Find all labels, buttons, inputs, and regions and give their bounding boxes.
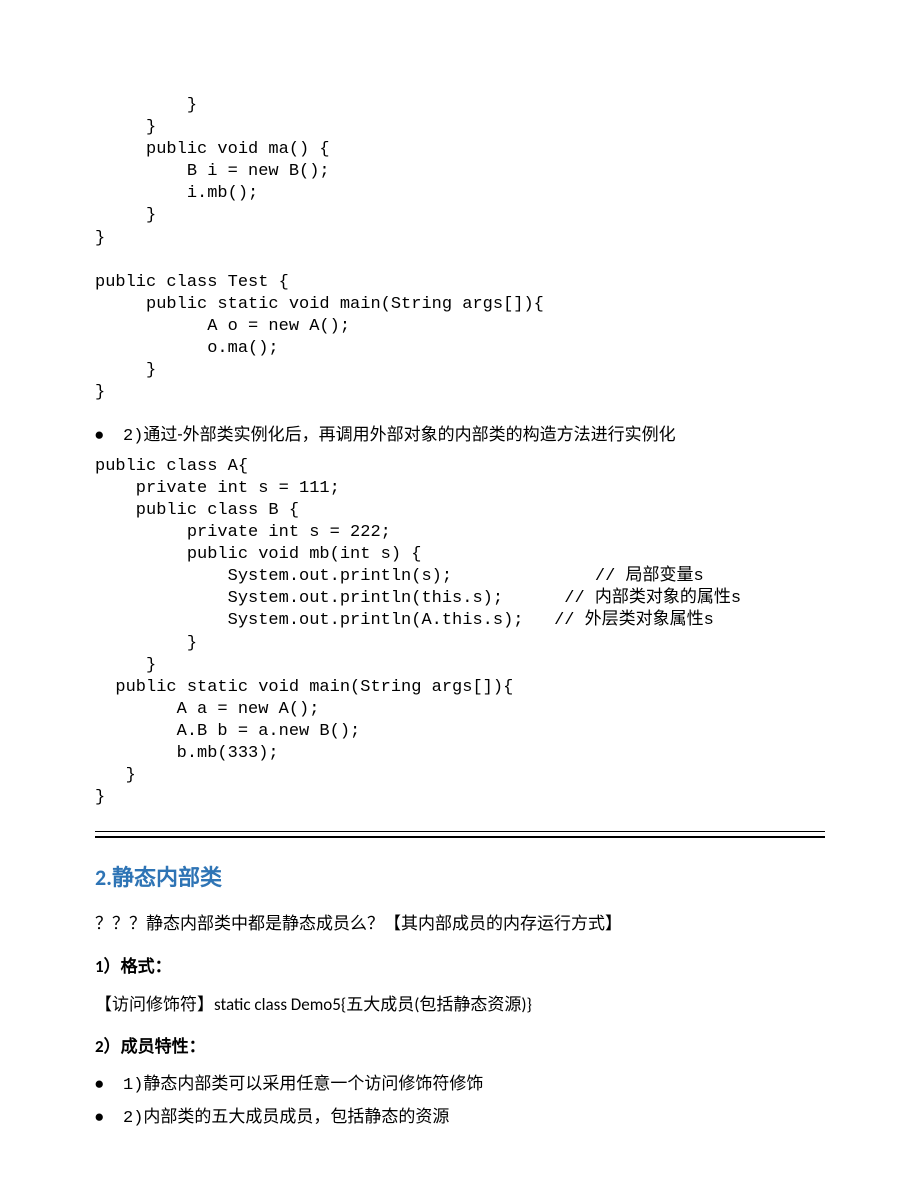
- paragraph-question: ？？？静态内部类中都是静态成员么？【其内部成员的内存运行方式】: [95, 910, 825, 937]
- bullet-item-1: • 2)通过-外部类实例化后，再调用外部对象的内部类的构造方法进行实例化: [95, 422, 825, 450]
- bullet-dot: •: [95, 1104, 123, 1132]
- bullet-dot: •: [95, 1071, 123, 1099]
- subhead-member-traits: 2）成员特性：: [95, 1032, 825, 1057]
- bullet-text: 1)静态内部类可以采用任意一个访问修饰符修饰: [123, 1071, 825, 1099]
- paragraph-format-body: 【访问修饰符】static class Demo5{五大成员(包括静态资源)}: [95, 991, 825, 1018]
- code-block-1: } } public void ma() { B i = new B(); i.…: [95, 95, 825, 404]
- subhead-format: 1）格式：: [95, 952, 825, 977]
- bullet-text: 2)内部类的五大成员成员，包括静态的资源: [123, 1104, 825, 1132]
- section-title: 2.静态内部类: [95, 860, 825, 892]
- code-block-2: public class A{ private int s = 111; pub…: [95, 456, 825, 810]
- section-divider: [95, 831, 825, 838]
- bullet-item-2: • 1)静态内部类可以采用任意一个访问修饰符修饰: [95, 1071, 825, 1099]
- bullet-dot: •: [95, 422, 123, 450]
- bullet-item-3: • 2)内部类的五大成员成员，包括静态的资源: [95, 1104, 825, 1132]
- bullet-text: 2)通过-外部类实例化后，再调用外部对象的内部类的构造方法进行实例化: [123, 422, 825, 450]
